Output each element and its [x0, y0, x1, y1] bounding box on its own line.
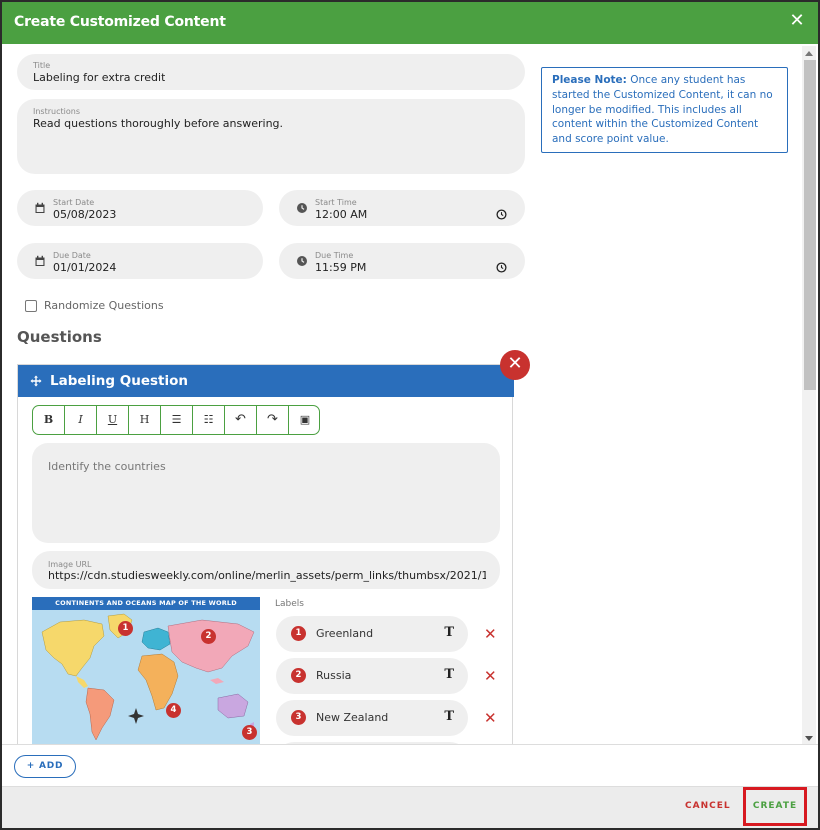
scrollbar-thumb[interactable] [804, 60, 816, 390]
image-url-value: https://cdn.studiesweekly.com/online/mer… [48, 569, 486, 582]
label-item[interactable]: 2 Russia T [276, 658, 468, 694]
map-pin-3[interactable]: 3 [242, 725, 257, 740]
due-time-field[interactable]: Due Time 11:59 PM [279, 243, 525, 279]
clock-picker-icon[interactable] [496, 209, 507, 220]
labeling-question-card: Labeling Question B I U H ☰ ☷ ↶ ↷ ▣ Iden… [17, 364, 514, 744]
bold-button[interactable]: B [33, 406, 65, 434]
image-button[interactable]: ▣ [289, 406, 319, 434]
image-url-field[interactable]: Image URL https://cdn.studiesweekly.com/… [32, 551, 500, 589]
move-icon[interactable] [30, 375, 42, 387]
scroll-up-arrow-icon[interactable] [805, 51, 813, 56]
due-time-label: Due Time [315, 251, 354, 260]
vertical-scrollbar[interactable] [802, 46, 816, 744]
text-type-icon[interactable]: T [444, 625, 454, 640]
label-number-badge: 3 [291, 710, 306, 725]
dialog-header: Create Customized Content ✕ [2, 2, 818, 44]
start-time-value: 12:00 AM [315, 208, 368, 221]
question-prompt-textarea[interactable]: Identify the countries [32, 443, 500, 543]
labels-heading: Labels [275, 599, 304, 609]
world-map-graphic [32, 610, 260, 744]
dialog-title: Create Customized Content [14, 14, 226, 30]
delete-question-button[interactable]: ✕ [500, 350, 530, 380]
randomize-checkbox[interactable] [25, 300, 37, 312]
start-time-field[interactable]: Start Time 12:00 AM [279, 190, 525, 226]
clock-icon [297, 256, 307, 266]
undo-button[interactable]: ↶ [225, 406, 257, 434]
label-number-badge: 1 [291, 626, 306, 641]
dialog-body: Title Labeling for extra credit Instruct… [2, 44, 800, 744]
map-banner: CONTINENTS AND OCEANS MAP OF THE WORLD [32, 597, 260, 610]
label-number-badge: 2 [291, 668, 306, 683]
clock-icon [297, 203, 307, 213]
instructions-field[interactable]: Instructions Read questions thoroughly b… [17, 99, 525, 174]
label-text: Russia [316, 669, 352, 682]
italic-button[interactable]: I [65, 406, 97, 434]
create-button[interactable]: CREATE [743, 787, 807, 826]
delete-label-icon[interactable]: ✕ [484, 667, 497, 685]
redo-button[interactable]: ↷ [257, 406, 289, 434]
map-pin-4[interactable]: 4 [166, 703, 181, 718]
underline-button[interactable]: U [97, 406, 129, 434]
text-type-icon[interactable]: T [444, 709, 454, 724]
text-type-icon[interactable]: T [444, 667, 454, 682]
editor-toolbar: B I U H ☰ ☷ ↶ ↷ ▣ [32, 405, 320, 435]
label-text: New Zealand [316, 711, 389, 724]
questions-heading: Questions [17, 328, 102, 346]
instructions-field-label: Instructions [33, 107, 80, 116]
title-field[interactable]: Title Labeling for extra credit [17, 54, 525, 90]
title-field-label: Title [33, 61, 51, 70]
label-item[interactable]: 1 Greenland T [276, 616, 468, 652]
dialog-footer: CANCEL CREATE [2, 786, 818, 828]
add-bar: + ADD [2, 744, 818, 786]
bullet-list-button[interactable]: ☰ [161, 406, 193, 434]
calendar-icon [35, 202, 45, 213]
due-time-value: 11:59 PM [315, 261, 367, 274]
randomize-label: Randomize Questions [44, 299, 164, 312]
heading-button[interactable]: H [129, 406, 161, 434]
due-date-label: Due Date [53, 251, 91, 260]
question-header: Labeling Question [18, 365, 514, 397]
question-title: Labeling Question [50, 373, 189, 389]
create-content-dialog: Create Customized Content ✕ Title Labeli… [0, 0, 820, 830]
please-note-box: Please Note: Once any student has starte… [541, 67, 788, 153]
label-item[interactable]: 3 New Zealand T [276, 700, 468, 736]
map-pin-1[interactable]: 1 [118, 621, 133, 636]
image-url-label: Image URL [48, 560, 92, 569]
due-date-value: 01/01/2024 [53, 261, 117, 274]
close-icon[interactable]: ✕ [788, 12, 806, 30]
scroll-down-arrow-icon[interactable] [805, 736, 813, 741]
map-pin-2[interactable]: 2 [201, 629, 216, 644]
note-prefix: Please Note: [552, 74, 627, 86]
start-time-label: Start Time [315, 198, 357, 207]
delete-label-icon[interactable]: ✕ [484, 625, 497, 643]
start-date-value: 05/08/2023 [53, 208, 117, 221]
add-question-button[interactable]: + ADD [14, 755, 76, 778]
start-date-label: Start Date [53, 198, 95, 207]
due-date-field[interactable]: Due Date 01/01/2024 [17, 243, 263, 279]
delete-label-icon[interactable]: ✕ [484, 709, 497, 727]
label-text: Greenland [316, 627, 374, 640]
title-field-value: Labeling for extra credit [33, 71, 166, 84]
world-map-image[interactable]: CONTINENTS AND OCEANS MAP OF THE WORLD 1… [32, 597, 260, 744]
question-prompt-text: Identify the countries [48, 460, 166, 473]
calendar-icon [35, 255, 45, 266]
start-date-field[interactable]: Start Date 05/08/2023 [17, 190, 263, 226]
numbered-list-button[interactable]: ☷ [193, 406, 225, 434]
cancel-button[interactable]: CANCEL [685, 801, 731, 811]
instructions-field-value: Read questions thoroughly before answeri… [33, 117, 284, 130]
clock-picker-icon[interactable] [496, 262, 507, 273]
